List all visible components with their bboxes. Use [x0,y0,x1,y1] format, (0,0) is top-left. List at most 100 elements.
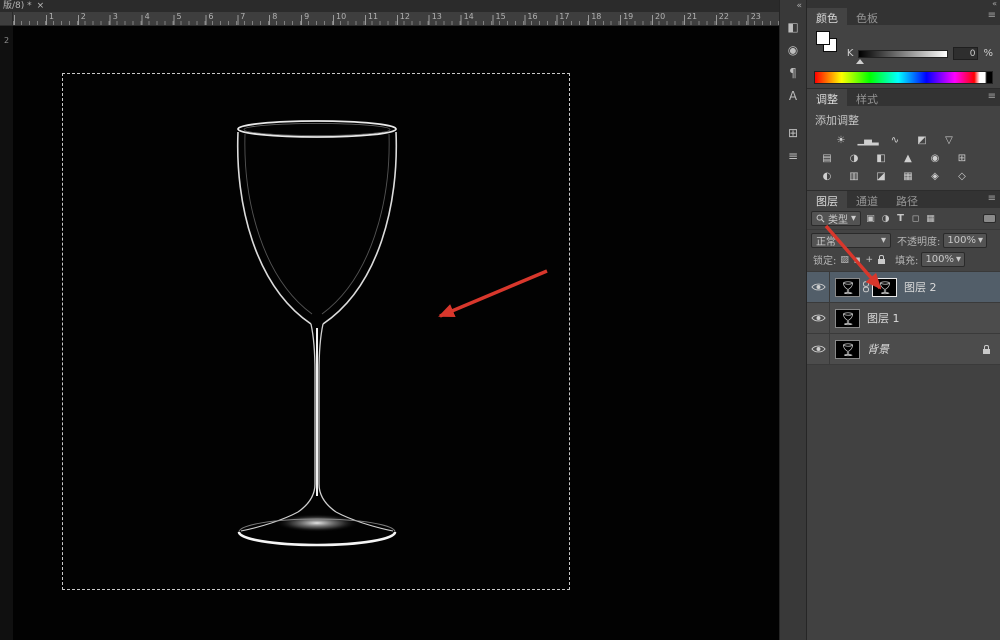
opacity-dropdown[interactable]: 100% ▾ [943,233,987,248]
color-panel: 颜色 色板 ≡ K 0 % [807,8,1000,89]
invert-icon[interactable]: ◐ [813,168,840,184]
layer-row-layer2[interactable]: 图层 2 [807,272,1000,303]
ruler-number: 22 [719,12,729,21]
collapse-dock-icon[interactable]: « [780,0,806,14]
hue-saturation-icon[interactable]: ▤ [813,150,840,166]
foreground-color-swatch[interactable] [816,31,830,45]
layer-filter-row: 类型 ▾ ▣◑T◻▦ [807,208,1000,230]
ruler-number: 14 [464,12,474,21]
layer-name[interactable]: 图层 2 [904,279,937,295]
threshold-icon[interactable]: ◪ [867,168,894,184]
color-spectrum-ramp[interactable] [814,71,993,84]
blend-mode-dropdown[interactable]: 正常 ▾ [811,233,891,248]
panel-menu-icon[interactable]: ≡ [988,91,996,102]
gradient-map-icon[interactable]: ▦ [894,168,921,184]
lock-image-pixels-icon[interactable]: ■ [854,256,861,264]
lock-position-icon[interactable]: + [866,255,874,265]
color-panel-tabs: 颜色 色板 ≡ [807,8,1000,25]
tab-adjustments[interactable]: 调整 [807,89,847,106]
k-value-field[interactable]: 0 [953,47,978,60]
canvas[interactable] [13,26,779,640]
filter-type-layers-icon[interactable]: T [893,212,908,226]
slider-handle[interactable] [856,59,864,64]
panel-menu-icon[interactable]: ≡ [988,10,996,21]
layer-name[interactable]: 图层 1 [867,310,900,326]
tab-channels[interactable]: 通道 [847,191,887,208]
eye-icon [811,313,826,323]
add-adjustment-label: 添加调整 [815,112,994,128]
mask-link-icon[interactable] [862,281,870,293]
paragraph-panel-icon[interactable]: ¶ [782,62,804,83]
levels-icon[interactable]: ▁▄▂ [854,132,881,148]
visibility-toggle[interactable] [807,334,830,364]
blend-mode-row: 正常 ▾ 不透明度: 100% ▾ [807,230,1000,250]
ruler-number: 2 [4,36,9,45]
tab-color[interactable]: 颜色 [807,8,847,25]
layer-row-layer1[interactable]: 图层 1 [807,303,1000,334]
visibility-toggle[interactable] [807,303,830,333]
brightness-contrast-icon[interactable]: ☀ [827,132,854,148]
layer-mask-thumbnail[interactable] [872,278,897,297]
fill-value: 100% [925,254,954,265]
adjustments-panel: 调整 样式 ≡ 添加调整 ☀▁▄▂∿◩▽ ▤◑◧▲◉⊞ ◐▥◪▦◈◇ [807,89,1000,191]
pattern-panel-icon[interactable]: ⊞ [782,122,804,143]
wine-glass-thumbnail-icon [838,342,858,357]
selective-color-icon[interactable]: ◈ [921,168,948,184]
layer-comps-panel-icon[interactable]: ≡ [782,145,804,166]
lock-transparent-pixels-icon[interactable]: ▨ [840,255,849,265]
ruler-number: 7 [240,12,245,21]
black-white-icon[interactable]: ◧ [867,150,894,166]
layer-thumbnail[interactable] [835,309,860,328]
filter-shape-layers-icon[interactable]: ◻ [908,212,923,226]
wine-glass-thumbnail-icon [838,280,858,295]
character-panel-icon[interactable]: A [782,85,804,106]
lock-row: 锁定: ▨■+ 填充: 100% ▾ [807,250,1000,272]
layers-empty-area[interactable] [807,365,1000,640]
wine-glass-thumbnail-icon [838,311,858,326]
layers-panel: 图层 通道 路径 ≡ 类型 ▾ ▣◑T◻▦ 正常 ▾ 不透明度: [807,191,1000,640]
layer-name[interactable]: 背景 [867,341,889,357]
collapse-panels-icon[interactable]: « [992,0,997,8]
panel-dock-strip: « ◧◉¶A ⊞≡ [779,0,807,640]
layer-row-background[interactable]: 背景 [807,334,1000,365]
color-lookup-icon[interactable]: ⊞ [948,150,975,166]
fill-dropdown[interactable]: 100% ▾ [921,252,965,267]
color-balance-icon[interactable]: ◑ [840,150,867,166]
layers-list: 图层 2 图层 1 [807,272,1000,365]
vibrance-icon[interactable]: ▽ [935,132,962,148]
background-lock-icon [983,349,990,354]
panel-menu-icon[interactable]: ≡ [988,193,996,204]
photo-filter-icon[interactable]: ▲ [894,150,921,166]
adjustment-icon-row: ◐▥◪▦◈◇ [813,168,994,184]
filter-adjustment-layers-icon[interactable]: ◑ [878,212,893,226]
layer-thumbnail[interactable] [835,340,860,359]
visibility-toggle[interactable] [807,272,830,302]
ruler-number: 5 [177,12,182,21]
channel-options-icon[interactable]: ◇ [948,168,975,184]
filter-kind-dropdown[interactable]: 类型 ▾ [811,211,861,226]
tab-swatches[interactable]: 色板 [847,8,887,25]
k-channel-slider[interactable] [858,50,948,58]
foreground-background-swatches[interactable] [816,31,835,57]
ruler-number: 15 [496,12,506,21]
blend-mode-value: 正常 [816,233,836,248]
document-tab[interactable]: 版/8) *× [0,0,779,12]
filter-pixel-layers-icon[interactable]: ▣ [863,212,878,226]
lock-all-icon[interactable] [878,259,885,264]
brush-presets-panel-icon[interactable]: ◉ [782,39,804,60]
tab-layers[interactable]: 图层 [807,191,847,208]
posterize-icon[interactable]: ▥ [840,168,867,184]
tab-paths[interactable]: 路径 [887,191,927,208]
ruler-number: 3 [113,12,118,21]
filter-toggle-switch[interactable] [983,214,996,223]
exposure-icon[interactable]: ◩ [908,132,935,148]
properties-panel-icon[interactable]: ◧ [782,16,804,37]
filter-smart-objects-icon[interactable]: ▦ [923,212,938,226]
k-channel-label: K [847,48,854,59]
tab-styles[interactable]: 样式 [847,89,887,106]
layer-thumbnail[interactable] [835,278,860,297]
channel-mixer-icon[interactable]: ◉ [921,150,948,166]
horizontal-ruler: 1234567891011121314151617181920212223 [13,12,779,26]
tab-close-icon[interactable]: × [37,1,45,11]
curves-icon[interactable]: ∿ [881,132,908,148]
